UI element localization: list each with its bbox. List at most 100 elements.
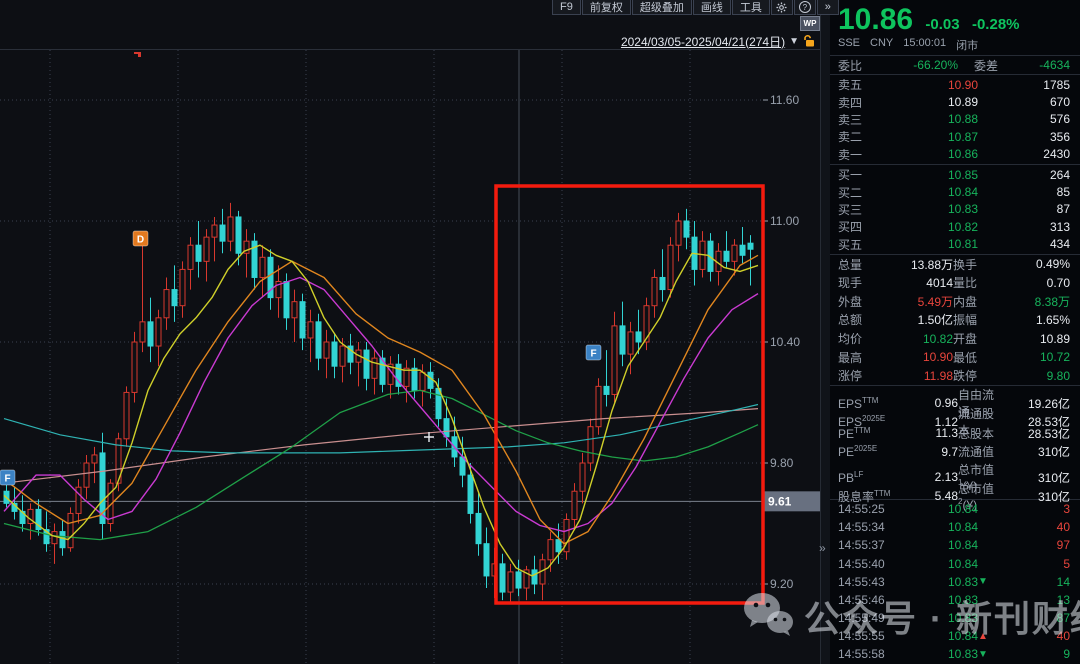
- ask-row[interactable]: 卖一10.862430: [830, 146, 1080, 163]
- stat-row: 涨停11.98跌停9.80: [830, 366, 1080, 385]
- tick-time: 14:55:55: [838, 629, 902, 643]
- stat-value: 10.82: [886, 332, 953, 346]
- candle-body: [324, 342, 329, 358]
- financial-label: PE2025E: [838, 444, 904, 459]
- tick-down-arrow-icon: ▼: [978, 649, 992, 660]
- candle-body: [84, 463, 89, 487]
- bid-price: 10.85: [894, 168, 978, 182]
- candle-body: [588, 427, 593, 463]
- marker-badge-label: D: [137, 235, 144, 246]
- stat-label: 外盘: [838, 293, 886, 310]
- bid-row[interactable]: 买五10.81434: [830, 236, 1080, 253]
- weibi-value: -66.20%: [872, 58, 958, 72]
- ask-price: 10.86: [894, 147, 978, 161]
- bid-row[interactable]: 买二10.8485: [830, 183, 1080, 200]
- bid-label: 买三: [838, 201, 894, 218]
- tick-price: 10.83: [902, 575, 978, 589]
- candle-body: [556, 540, 561, 552]
- candle-body: [260, 257, 265, 277]
- stat-label: 最低: [953, 349, 1003, 366]
- bid-row[interactable]: 买三10.8387: [830, 201, 1080, 218]
- bid-row[interactable]: 买四10.82313: [830, 218, 1080, 235]
- stat-value: 1.65%: [1003, 313, 1070, 327]
- ask-label: 卖一: [838, 146, 894, 163]
- stat-value: 10.72: [1003, 350, 1070, 364]
- stock-terminal-window: F9前复权超级叠加画线工具?» WP 2024/03/05-2025/04/21…: [0, 0, 1080, 664]
- candle-body: [724, 251, 729, 261]
- ask-row[interactable]: 卖四10.89670: [830, 93, 1080, 110]
- tick-row: 14:55:4910.8387: [830, 609, 1080, 627]
- stat-value: 10.89: [1003, 332, 1070, 346]
- ask-row[interactable]: 卖五10.901785: [830, 76, 1080, 93]
- ask-label: 卖二: [838, 128, 894, 145]
- toolbar-item-前复权[interactable]: 前复权: [582, 0, 631, 15]
- panel-expand-chevron[interactable]: »: [819, 541, 826, 555]
- candle-body: [188, 245, 193, 269]
- y-axis-label: 11.60: [770, 93, 799, 107]
- tick-time: 14:55:43: [838, 575, 902, 589]
- stat-label: 最高: [838, 349, 886, 366]
- ask-label: 卖四: [838, 94, 894, 111]
- unlock-icon[interactable]: [803, 34, 816, 48]
- financial-label: PETTM: [838, 426, 904, 441]
- candle-body: [340, 346, 345, 366]
- candle-body: [652, 277, 657, 305]
- tick-price: 10.83: [902, 593, 978, 607]
- help-icon[interactable]: ?: [794, 0, 816, 15]
- financial-value: 0.96: [904, 396, 958, 410]
- wp-badge[interactable]: WP: [800, 16, 820, 31]
- stat-label: 总量: [838, 256, 886, 273]
- candle-body: [404, 368, 409, 386]
- stat-value: 5.49万: [886, 293, 953, 310]
- quote-time: 15:00:01: [903, 37, 946, 53]
- financial-label: 总股本: [958, 425, 994, 442]
- ask-volume: 670: [978, 95, 1070, 109]
- toolbar-item-超级叠加[interactable]: 超级叠加: [632, 0, 692, 15]
- ask-row[interactable]: 卖三10.88576: [830, 111, 1080, 128]
- tick-price: 10.83: [902, 611, 978, 625]
- chart-toolbar: F9前复权超级叠加画线工具?»: [552, 0, 840, 15]
- tick-row: 14:55:5510.84▲40: [830, 627, 1080, 645]
- ask-label: 卖三: [838, 111, 894, 128]
- tick-row: 14:55:3710.8497: [830, 536, 1080, 554]
- y-axis-label: 9.80: [770, 456, 794, 470]
- bid-price: 10.84: [894, 185, 978, 199]
- tick-row: 14:55:4310.83▼14: [830, 573, 1080, 591]
- gear-icon[interactable]: [771, 0, 793, 15]
- toolbar-item-画线[interactable]: 画线: [693, 0, 731, 15]
- stat-value: 11.98: [886, 369, 953, 383]
- candle-body: [52, 532, 57, 544]
- financial-row: EPSTTM0.96自由流通19.26亿: [830, 386, 1080, 405]
- tick-price: 10.84: [902, 502, 978, 516]
- weibi-label: 委比: [838, 57, 872, 74]
- more-chevrons-icon[interactable]: »: [817, 0, 839, 15]
- ask-price: 10.90: [894, 78, 978, 92]
- tick-row: 14:55:3410.8440: [830, 518, 1080, 536]
- tick-time: 14:55:40: [838, 557, 902, 571]
- stat-value: 13.88万: [886, 256, 953, 273]
- weicha-value: -4634: [998, 58, 1070, 72]
- kline-chart[interactable]: 11.6011.0010.409.809.209.61DFF: [0, 50, 820, 664]
- weicha-label: 委差: [958, 57, 998, 74]
- toolbar-item-f9[interactable]: F9: [552, 0, 581, 15]
- bid-row[interactable]: 买一10.85264: [830, 166, 1080, 183]
- candle-body: [228, 217, 233, 241]
- candle-body: [508, 572, 513, 592]
- candle-body: [284, 282, 289, 318]
- y-axis-label: 10.40: [770, 335, 800, 349]
- price-change: -0.03: [925, 16, 959, 33]
- candle-body: [92, 455, 97, 463]
- ask-row[interactable]: 卖二10.87356: [830, 128, 1080, 145]
- stat-label: 总额: [838, 311, 886, 328]
- candle-body: [316, 322, 321, 358]
- tick-time: 14:55:58: [838, 647, 902, 661]
- toolbar-item-工具[interactable]: 工具: [732, 0, 770, 15]
- bid-label: 买一: [838, 166, 894, 183]
- financial-value: 19.26亿: [994, 395, 1070, 412]
- tick-price: 10.84: [902, 629, 978, 643]
- candle-body: [124, 392, 129, 438]
- stat-label: 内盘: [953, 293, 1003, 310]
- chevron-down-icon[interactable]: ▼: [789, 36, 799, 47]
- date-range-selector[interactable]: 2024/03/05-2025/04/21(274日): [621, 33, 785, 50]
- ask-price: 10.88: [894, 112, 978, 126]
